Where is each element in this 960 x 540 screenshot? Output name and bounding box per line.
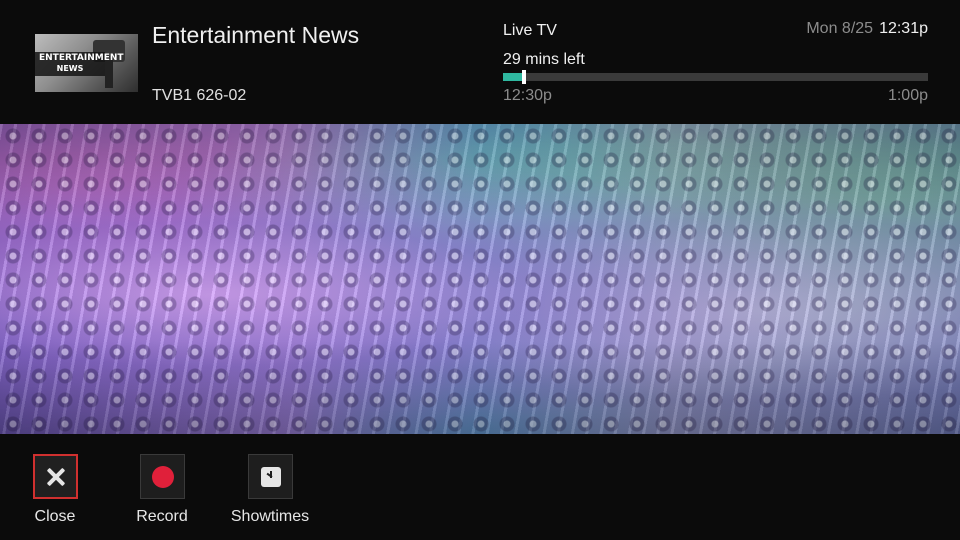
record-icon — [152, 466, 174, 488]
close-label: Close — [34, 508, 76, 525]
video-shade — [0, 124, 960, 434]
close-icon — [46, 467, 66, 487]
live-tv-label: Live TV — [503, 22, 557, 39]
thumbnail-text-line2: NEWS — [56, 64, 84, 73]
progress-bar — [503, 70, 928, 84]
thumbnail-text-line1: ENTERTAINMENT — [39, 53, 124, 63]
showtimes-button[interactable]: Showtimes — [225, 454, 315, 534]
record-button[interactable]: Record — [117, 454, 207, 534]
clock: Mon 8/25 12:31p — [806, 20, 928, 38]
record-label: Record — [136, 508, 188, 525]
showtimes-button-box[interactable] — [248, 454, 293, 499]
end-time: 1:00p — [887, 87, 928, 104]
clock-date: Mon 8/25 — [806, 20, 874, 37]
action-bar: Close Record Showtimes — [0, 434, 960, 540]
showtimes-label: Showtimes — [230, 508, 310, 525]
clock-time: 12:31p — [879, 20, 928, 37]
clock-icon — [261, 467, 281, 487]
program-thumbnail: ENTERTAINMENT NEWS — [35, 34, 138, 92]
channel-label: TVB1 626-02 — [152, 87, 247, 104]
video-preview — [0, 124, 960, 434]
program-title: Entertainment News — [152, 22, 360, 48]
progress-position-marker — [522, 70, 526, 84]
start-time: 12:30p — [503, 87, 552, 104]
record-button-box[interactable] — [140, 454, 185, 499]
info-bar: ENTERTAINMENT NEWS Entertainment News TV… — [0, 0, 960, 124]
close-button-box[interactable] — [33, 454, 78, 499]
time-remaining: 29 mins left — [503, 51, 585, 68]
progress-fill — [503, 73, 522, 81]
close-button[interactable]: Close — [10, 454, 100, 534]
